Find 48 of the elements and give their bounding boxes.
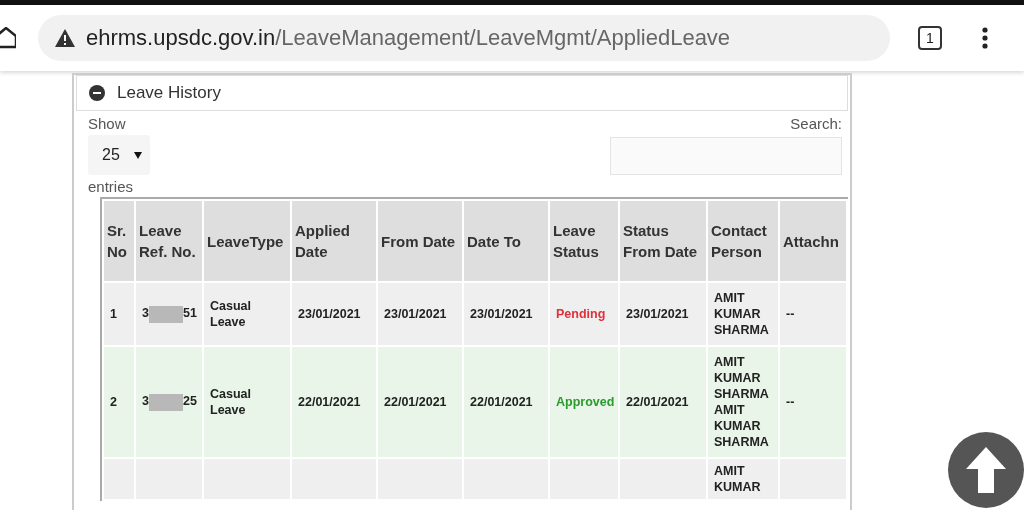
leave-status: Approved xyxy=(556,395,615,409)
search-label: Search: xyxy=(790,115,842,132)
column-header[interactable]: Leave Status xyxy=(550,201,618,281)
column-header[interactable]: From Date xyxy=(378,201,462,281)
to-date: 22/01/2021 xyxy=(470,395,533,409)
show-label: Show xyxy=(88,115,127,132)
column-header[interactable]: Date To xyxy=(464,201,548,281)
address-bar[interactable]: ehrms.upsdc.gov.in/LeaveManagement/LeaveMgmt/AppliedLeave xyxy=(38,15,890,61)
leave-type: Casual Leave xyxy=(210,299,251,329)
column-header[interactable]: Attachn xyxy=(780,201,846,281)
column-header[interactable]: Status From Date xyxy=(620,201,706,281)
contact-person: AMIT KUMAR xyxy=(714,464,761,494)
applied-date: 23/01/2021 xyxy=(298,307,361,321)
reference-number: 3 51 xyxy=(142,306,197,321)
column-header[interactable]: LeaveType xyxy=(204,201,290,281)
collapse-icon[interactable] xyxy=(89,85,105,101)
url-path: /LeaveManagement/LeaveMgmt/AppliedLeave xyxy=(275,25,731,50)
dropdown-caret-icon xyxy=(133,151,142,159)
serial-number: 2 xyxy=(110,395,117,409)
column-header[interactable]: Contact Person xyxy=(708,201,778,281)
to-date: 23/01/2021 xyxy=(470,307,533,321)
leave-status: Pending xyxy=(556,307,606,321)
search-field[interactable] xyxy=(610,137,842,175)
tab-count-button[interactable]: 1 xyxy=(918,26,942,50)
column-header[interactable]: Leave Ref. No. xyxy=(136,201,202,281)
warning-icon xyxy=(54,28,76,48)
reference-number: 3 25 xyxy=(142,394,197,409)
home-icon[interactable] xyxy=(0,27,16,49)
serial-number: 1 xyxy=(110,307,117,321)
column-header[interactable]: Sr. No xyxy=(104,201,134,281)
attachment: -- xyxy=(786,395,795,409)
status-from-date: 23/01/2021 xyxy=(626,307,689,321)
entries-label: entries xyxy=(88,178,135,195)
column-header[interactable]: Applied Date xyxy=(292,201,376,281)
contact-person: AMIT KUMAR SHARMA xyxy=(714,291,769,337)
from-date: 22/01/2021 xyxy=(384,395,447,409)
applied-date: 22/01/2021 xyxy=(298,395,361,409)
panel-title: Leave History xyxy=(117,83,221,103)
more-menu-icon[interactable] xyxy=(982,27,988,49)
up-arrow-icon xyxy=(966,447,1006,493)
from-date: 23/01/2021 xyxy=(384,307,447,321)
panel-header[interactable]: Leave History xyxy=(76,75,848,111)
attachment: -- xyxy=(786,307,795,321)
leave-type: Casual Leave xyxy=(210,387,251,417)
entries-select[interactable]: 25 xyxy=(88,135,150,175)
contact-person: AMIT KUMAR SHARMA AMIT KUMAR SHARMA xyxy=(714,355,769,449)
status-from-date: 22/01/2021 xyxy=(626,395,689,409)
url-host: ehrms.upsdc.gov.in xyxy=(86,25,276,50)
